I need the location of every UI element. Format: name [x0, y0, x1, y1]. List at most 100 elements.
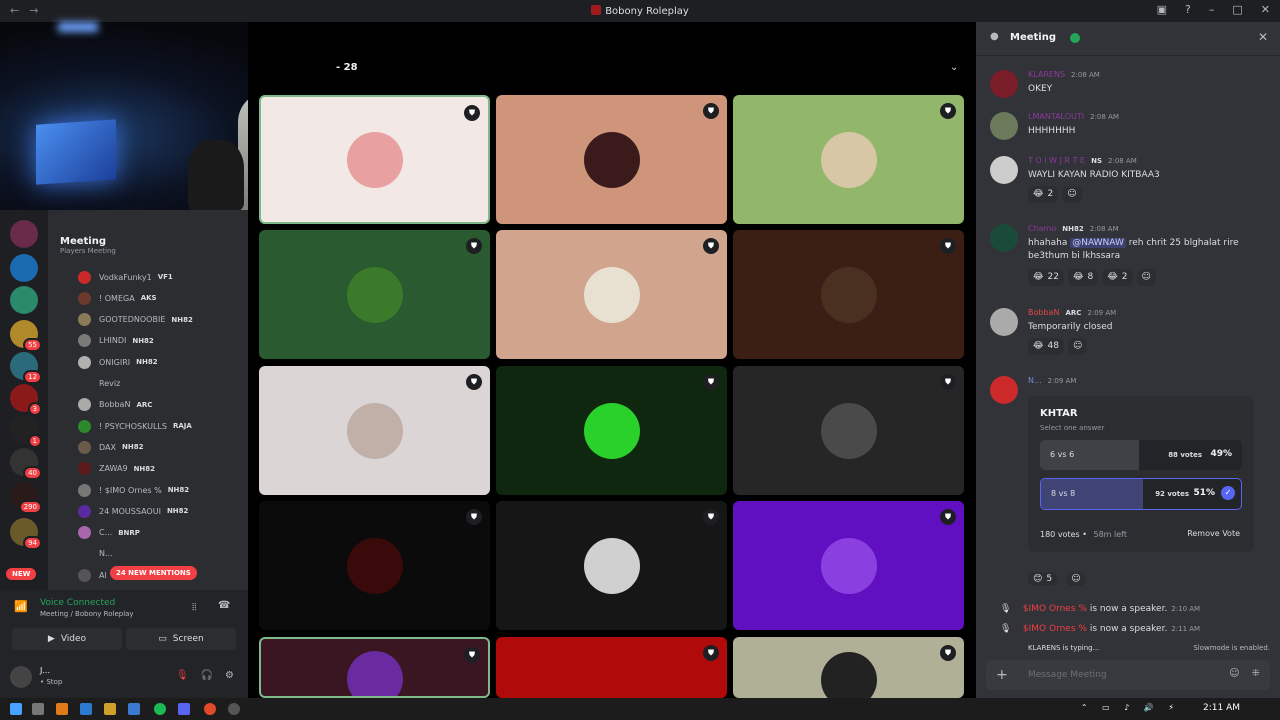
author-name[interactable]: LMANTALOUTI [1028, 112, 1084, 121]
app-icon[interactable] [228, 703, 240, 715]
server-icon[interactable]: 40 [10, 448, 42, 480]
noise-icon[interactable]: ⦙⦙ [192, 602, 196, 613]
new-mentions-pill[interactable]: 24 NEW MENTIONS [110, 566, 197, 580]
server-icon[interactable]: 55 [10, 320, 42, 352]
edge-icon[interactable] [80, 703, 92, 715]
help-icon[interactable]: ? [1185, 3, 1191, 16]
server-icon[interactable] [10, 254, 38, 282]
message-composer[interactable]: + Message Meeting ☺ ⁜ [986, 660, 1270, 690]
user-mention[interactable]: @NAWNAW [1070, 238, 1126, 248]
avatar[interactable] [990, 156, 1018, 184]
author-name[interactable]: T O I W J R T E [1028, 156, 1085, 165]
chrome-icon[interactable] [204, 703, 216, 715]
screen-button[interactable]: ▭ Screen [126, 628, 236, 650]
remove-vote-button[interactable]: Remove Vote [1187, 529, 1240, 538]
member-item[interactable]: ! PSYCHOSKULLS RAJA [78, 417, 192, 435]
shield-icon[interactable]: ⛊ [466, 509, 482, 525]
participant-tile[interactable]: ⛊ [496, 501, 727, 630]
shield-icon[interactable]: ⛊ [940, 103, 956, 119]
member-item[interactable]: C... BNRP [78, 524, 140, 542]
discord-icon[interactable] [178, 703, 190, 715]
system-tray[interactable]: ⌃ ▭ ♪ 🔊 ⚡ [1081, 703, 1180, 712]
shield-icon[interactable]: ⛊ [940, 374, 956, 390]
maximize-button[interactable]: □ [1232, 3, 1242, 16]
avatar[interactable] [990, 224, 1018, 252]
server-icon[interactable]: 3 [10, 384, 42, 416]
member-item[interactable]: 24 MOUSSAOUI NH82 [78, 502, 188, 520]
member-item[interactable]: BobbaN ARC [78, 396, 152, 414]
add-reaction-button[interactable]: ☺ [1066, 572, 1086, 586]
server-icon[interactable] [10, 220, 38, 248]
message-input[interactable]: Message Meeting [1028, 670, 1107, 680]
participant-tile[interactable]: ⛊ [496, 637, 727, 698]
gear-icon[interactable]: ⚙ [225, 670, 234, 681]
add-reaction-button[interactable]: ☺ [1136, 269, 1156, 286]
avatar[interactable] [990, 376, 1018, 404]
shield-icon[interactable]: ⛊ [703, 238, 719, 254]
member-item[interactable]: LHINDI NH82 [78, 332, 154, 350]
avatar[interactable] [10, 666, 32, 688]
shield-icon[interactable]: ⛊ [703, 103, 719, 119]
member-item[interactable]: ZAWA9 NH82 [78, 460, 155, 478]
shield-icon[interactable]: ⛊ [940, 238, 956, 254]
author-name[interactable]: Chamo [1028, 224, 1056, 233]
mute-icon[interactable]: 🎙 [176, 670, 189, 681]
plus-icon[interactable]: + [996, 667, 1008, 683]
headphones-icon[interactable]: 🎧 [201, 670, 213, 681]
avatar[interactable] [990, 70, 1018, 98]
member-item[interactable]: GOOTEDNOOBIE NH82 [78, 311, 193, 329]
member-item[interactable]: DAX NH82 [78, 438, 143, 456]
shield-icon[interactable]: ⛊ [703, 374, 719, 390]
app-icon[interactable] [56, 703, 68, 715]
shield-icon[interactable]: ⛊ [466, 374, 482, 390]
shield-icon[interactable]: ⛊ [940, 645, 956, 661]
add-reaction-button[interactable]: ☺ [1067, 338, 1088, 355]
spotify-icon[interactable] [154, 703, 166, 715]
shield-icon[interactable]: ⛊ [703, 645, 719, 661]
shield-icon[interactable]: ⛊ [703, 509, 719, 525]
close-icon[interactable]: ✕ [1258, 30, 1268, 44]
shield-icon[interactable]: ⛊ [464, 647, 480, 663]
server-icon[interactable]: 290 [10, 482, 42, 514]
server-icon[interactable]: 12 [10, 352, 42, 384]
folder-icon[interactable] [104, 703, 116, 715]
member-item[interactable]: N... [78, 545, 113, 563]
reaction[interactable]: 😂 48 [1028, 338, 1064, 355]
author-name[interactable]: N... [1028, 376, 1042, 385]
emoji-icon[interactable]: ☺ [1229, 668, 1239, 679]
server-icon[interactable]: 1 [10, 416, 42, 448]
participant-tile[interactable]: ⛊ [496, 95, 727, 224]
member-item[interactable]: Reviz [78, 375, 120, 393]
voice-status[interactable]: Voice Connected [40, 598, 115, 608]
participant-tile[interactable]: ⛊ [259, 366, 490, 495]
participant-tile[interactable]: ⛊ [259, 95, 490, 224]
server-icon[interactable]: 94 [10, 518, 42, 550]
author-name[interactable]: BobbaN [1028, 308, 1059, 317]
reaction[interactable]: 😂 22 [1028, 269, 1064, 286]
reaction[interactable]: 😂 2 [1102, 269, 1133, 286]
member-item[interactable]: ONIGIRI NH82 [78, 353, 158, 371]
shield-icon[interactable]: ⛊ [464, 105, 480, 121]
participant-tile[interactable]: ⛊ [496, 230, 727, 359]
poll-option[interactable]: 6 vs 6 88 votes 49% [1040, 440, 1242, 470]
poll-option-selected[interactable]: 8 vs 8 92 votes 51% ✓ [1040, 478, 1242, 510]
apps-icon[interactable]: ⁜ [1252, 668, 1260, 679]
minimize-button[interactable]: – [1209, 3, 1215, 16]
member-item[interactable]: ! OMEGA AKS [78, 289, 157, 307]
avatar[interactable] [990, 308, 1018, 336]
inbox-icon[interactable]: ▣ [1157, 3, 1167, 16]
voice-channel[interactable]: Meeting / Bobony Roleplay [40, 610, 134, 618]
voice-channel-header[interactable]: Meeting Players Meeting [60, 236, 240, 264]
shield-icon[interactable]: ⛊ [940, 509, 956, 525]
member-item[interactable]: VodkaFunky1 VF1 [78, 268, 173, 286]
participant-tile[interactable]: ⛊ [496, 366, 727, 495]
author-name[interactable]: KLARENS [1028, 70, 1065, 79]
reaction[interactable]: 😊 5 [1028, 572, 1058, 586]
start-icon[interactable] [10, 703, 22, 715]
store-icon[interactable] [128, 703, 140, 715]
server-icon[interactable] [10, 286, 38, 314]
avatar[interactable] [990, 112, 1018, 140]
participant-tile[interactable]: ⛊ [259, 637, 490, 698]
new-pill[interactable]: NEW [6, 568, 37, 580]
participant-tile[interactable]: ⛊ [733, 501, 964, 630]
